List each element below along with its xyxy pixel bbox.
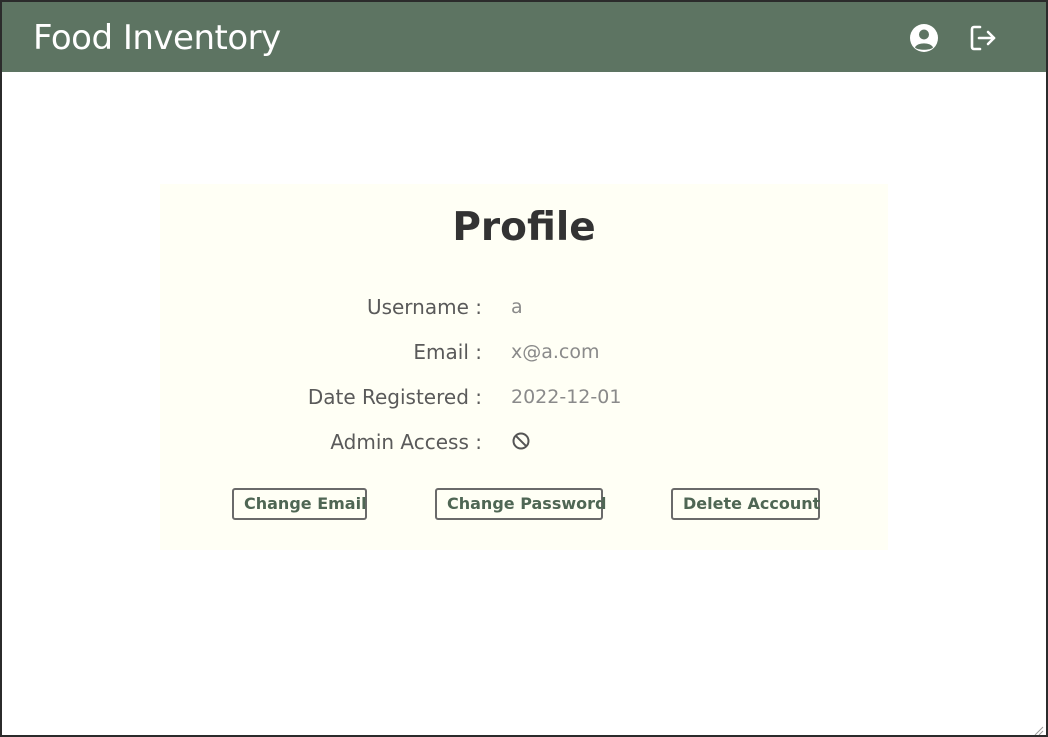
change-password-button[interactable]: Change Password <box>435 488 606 520</box>
delete-account-button[interactable]: Delete Account <box>671 488 820 520</box>
email-row: Email : x@a.com <box>160 337 888 367</box>
user-circle-icon[interactable] <box>908 22 940 54</box>
email-value: x@a.com <box>511 341 600 363</box>
username-label: Username : <box>366 295 482 319</box>
username-value: a <box>511 296 523 318</box>
username-row: Username : a <box>160 292 888 322</box>
top-navbar: Food Inventory <box>2 2 1046 72</box>
page-title: Profile <box>452 205 596 250</box>
admin-access-label: Admin Access : <box>330 430 482 454</box>
ban-icon <box>511 430 533 452</box>
admin-access-row: Admin Access : <box>160 427 888 457</box>
date-registered-row: Date Registered : 2022-12-01 <box>160 382 888 412</box>
change-email-button[interactable]: Change Email <box>232 488 367 520</box>
logout-icon[interactable] <box>967 22 999 54</box>
date-registered-value: 2022-12-01 <box>511 386 622 408</box>
date-registered-label: Date Registered : <box>307 385 482 409</box>
email-label: Email : <box>413 340 482 364</box>
app-window: Food Inventory Profile Username : a Emai… <box>0 0 1048 737</box>
resize-grip-icon[interactable] <box>1032 721 1044 735</box>
profile-card: Profile Username : a Email : x@a.com Dat… <box>160 184 888 550</box>
brand-title[interactable]: Food Inventory <box>33 15 281 61</box>
